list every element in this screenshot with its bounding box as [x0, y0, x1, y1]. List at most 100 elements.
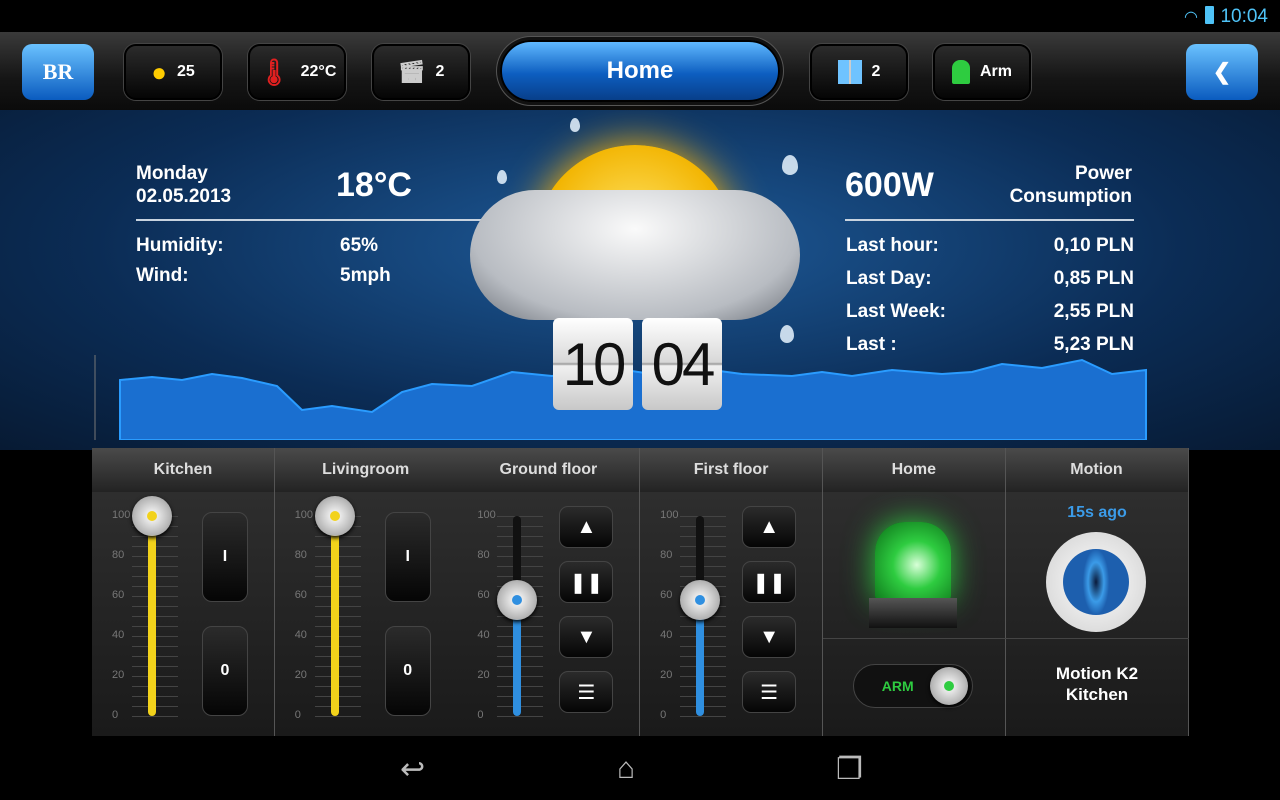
blind-up-button[interactable]: ▲ — [559, 506, 614, 548]
humidity-value: 65% — [340, 235, 379, 256]
power-row-label: Last Day: — [846, 268, 932, 289]
switch-off-button[interactable]: 0 — [202, 626, 248, 716]
raindrop-icon — [570, 118, 580, 132]
divider — [136, 219, 486, 221]
battery-icon — [1205, 6, 1214, 24]
temperature-value: 22°C — [300, 63, 337, 80]
blind-up-button[interactable]: ▲ — [742, 506, 797, 548]
lights-count: 25 — [176, 63, 195, 80]
level-slider[interactable]: 100 80 60 40 20 0 — [294, 496, 361, 721]
scale-tick: 40 — [294, 629, 307, 641]
tile-home: Home ARM — [822, 448, 1006, 736]
scale-tick: 60 — [294, 589, 307, 601]
thermometer-icon: 🌡︎ — [257, 56, 291, 87]
scale-tick: 80 — [294, 549, 307, 561]
chevron-left-icon: ❮ — [1212, 59, 1232, 84]
weather-day: Monday — [136, 163, 208, 184]
power-row-value: 0,10 PLN — [1053, 235, 1134, 256]
lights-button[interactable]: ● 25 — [124, 44, 222, 100]
scale-tick: 0 — [112, 709, 119, 721]
tile-title: Home — [822, 448, 1005, 492]
raindrop-icon — [782, 155, 798, 175]
window-icon — [837, 60, 862, 84]
logo-button[interactable]: BR — [22, 44, 94, 100]
recents-icon[interactable]: ❐ — [836, 752, 863, 787]
motion-sensor-room: Kitchen — [1065, 685, 1129, 704]
slider-knob[interactable] — [314, 496, 355, 536]
tile-title: Livingroom — [274, 448, 457, 492]
scale-tick: 100 — [112, 509, 131, 521]
slider-knob[interactable] — [132, 496, 172, 536]
power-row-value: 0,85 PLN — [1053, 268, 1134, 289]
tile-motion: Motion 15s ago Motion K2 Kitchen — [1005, 448, 1189, 736]
motion-sensor-icon — [1045, 532, 1146, 632]
clapperboard-icon: 🎬︎ — [397, 59, 426, 84]
power-row-label: Last Week: — [846, 301, 946, 322]
toggle-knob[interactable] — [929, 667, 968, 705]
windows-button[interactable]: 2 — [810, 44, 908, 100]
status-time: 10:04 — [1220, 6, 1268, 27]
switch-off-button[interactable]: 0 — [384, 626, 431, 716]
blind-stop-button[interactable]: ❚❚ — [559, 561, 614, 603]
alarm-button[interactable]: Arm — [933, 44, 1031, 100]
home-title-button[interactable]: Home — [500, 40, 780, 102]
blind-menu-button[interactable]: ☰ — [559, 671, 614, 713]
wifi-icon: ◠ — [1184, 9, 1198, 26]
scale-tick: 0 — [477, 709, 484, 721]
switch-on-button[interactable]: I — [202, 512, 248, 602]
windows-count: 2 — [871, 63, 881, 80]
clock-hours: 10 — [553, 318, 633, 410]
scale-tick: 80 — [660, 549, 673, 561]
blind-stop-button[interactable]: ❚❚ — [742, 561, 797, 603]
raindrop-icon — [780, 325, 794, 343]
tile-ground-floor: Ground floor 100 80 60 40 20 0 ▲ ❚❚ ▼ ☰ — [457, 448, 641, 736]
scale-tick: 40 — [477, 629, 490, 641]
siren-icon — [951, 60, 970, 84]
scale-tick: 60 — [477, 589, 490, 601]
clock-minutes: 04 — [642, 318, 722, 410]
scale-tick: 60 — [660, 589, 673, 601]
blind-menu-button[interactable]: ☰ — [742, 671, 797, 713]
level-slider[interactable]: 100 80 60 40 20 0 — [660, 509, 727, 721]
scale-tick: 100 — [477, 509, 496, 521]
power-row-value: 5,23 PLN — [1053, 334, 1134, 355]
level-slider[interactable]: 100 80 60 40 20 0 — [112, 496, 178, 721]
slider-knob[interactable] — [497, 580, 538, 620]
blind-down-button[interactable]: ▼ — [742, 616, 797, 658]
humidity-label: Humidity: — [136, 235, 224, 256]
scale-tick: 20 — [660, 669, 673, 681]
level-slider[interactable]: 100 80 60 40 20 0 — [477, 509, 544, 721]
scale-tick: 100 — [660, 509, 679, 521]
power-row-label: Last hour: — [846, 235, 939, 256]
scale-tick: 80 — [112, 549, 125, 561]
scale-tick: 80 — [477, 549, 490, 561]
level-fill — [148, 516, 156, 716]
tile-kitchen: Kitchen 100 80 60 40 20 0 I 0 — [92, 448, 275, 736]
device-tiles: Kitchen 100 80 60 40 20 0 I 0 Livingroom 100 80 60 40… — [92, 448, 1189, 736]
power-row-value: 2,55 PLN — [1053, 301, 1134, 322]
temperature-button[interactable]: 🌡︎ 22°C — [248, 44, 346, 100]
weather-temperature: 18°C — [336, 166, 412, 204]
tile-title: Kitchen — [92, 448, 274, 492]
blind-down-button[interactable]: ▼ — [559, 616, 614, 658]
scale-tick: 0 — [660, 709, 667, 721]
switch-on-button[interactable]: I — [384, 512, 431, 602]
weather-date: 02.05.2013 — [136, 186, 232, 207]
level-fill — [330, 516, 339, 716]
wind-value: 5mph — [340, 265, 391, 286]
slider-knob[interactable] — [680, 580, 721, 620]
scale-tick: 20 — [477, 669, 490, 681]
scenes-button[interactable]: 🎬︎ 2 — [372, 44, 470, 100]
alarm-label: Arm — [979, 63, 1012, 80]
siren-base — [868, 598, 957, 628]
power-value: 600W — [845, 166, 934, 204]
arm-toggle[interactable]: ARM — [852, 664, 973, 708]
power-row-label: Last : — [846, 334, 897, 355]
tile-livingroom: Livingroom 100 80 60 40 20 0 I 0 — [274, 448, 458, 736]
home-icon[interactable]: ⌂ — [617, 752, 635, 786]
back-button[interactable]: ❮ — [1186, 44, 1258, 100]
scale-tick: 60 — [112, 589, 125, 601]
tile-title: Ground floor — [457, 448, 640, 492]
back-icon[interactable]: ↩ — [400, 752, 425, 787]
scenes-count: 2 — [435, 63, 445, 80]
